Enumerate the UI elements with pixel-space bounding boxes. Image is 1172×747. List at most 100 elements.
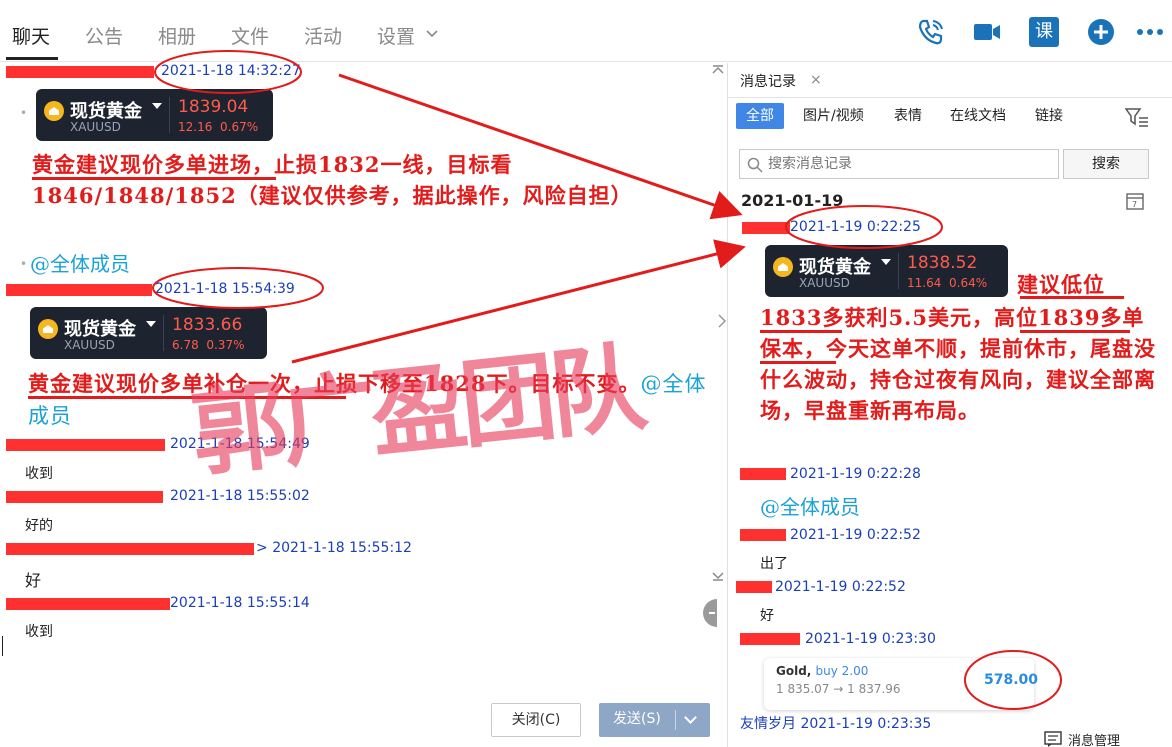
caret-down-icon [881, 259, 891, 265]
message-text: 好 [760, 608, 774, 624]
lesson-icon-label: 课 [1035, 21, 1053, 42]
scroll-side-button[interactable] [703, 599, 717, 627]
quote-change-value: 6.78 [172, 338, 199, 352]
redacted-sender [6, 439, 165, 451]
search-input[interactable] [768, 150, 1053, 178]
trade-instrument: Gold, [776, 664, 812, 678]
quote-change: 6.78 0.37% [172, 338, 244, 352]
filter-media[interactable]: 图片/视频 [803, 103, 864, 129]
message-text: 收到 [25, 624, 53, 640]
collapse-down-icon[interactable] [712, 571, 724, 581]
trade-side: buy 2.00 [815, 664, 869, 678]
quote-symbol: XAUUSD [70, 120, 121, 134]
highlight-underline [760, 330, 842, 333]
video-icon[interactable] [972, 17, 1002, 47]
message-timestamp: > 2021-1-18 15:55:12 [256, 540, 412, 556]
redacted-sender [740, 468, 786, 480]
mention-all[interactable]: @全体成员 [30, 248, 130, 277]
message-text: 好的 [25, 518, 53, 534]
redacted-sender [6, 284, 152, 296]
quote-change-percent: 0.64% [949, 276, 988, 290]
message-history-panel: 消息记录 × 全部 图片/视频 表情 在线文档 链接 搜索 2021-01-19… [728, 63, 1172, 747]
quote-symbol: XAUUSD [799, 276, 850, 290]
chat-message-list[interactable]: 2021-1-18 14:32:27 • 现货黄金 XAUUSD 1839.04… [0, 63, 727, 747]
plus-icon[interactable] [1086, 17, 1116, 47]
tab-announcements[interactable]: 公告 [85, 22, 123, 49]
tab-album[interactable]: 相册 [158, 22, 196, 49]
gold-quote-card[interactable]: 现货黄金 XAUUSD 1839.04 12.16 0.67% [36, 89, 273, 141]
message-text: 黄金建议现价多单进场，止损1832一线，目标看1846/1848/1852（建议… [32, 152, 633, 208]
quote-change-percent: 0.37% [206, 338, 245, 352]
message-manage-icon [1044, 731, 1062, 747]
message-text: 好 [25, 571, 42, 590]
tab-activities[interactable]: 活动 [304, 22, 342, 49]
message-text: 1833多获利5.5美元，高位1839多单保本，今天这单不顺，提前休市，尾盘没什… [760, 305, 1156, 423]
redacted-sender [736, 581, 772, 593]
filter-icon[interactable] [1125, 107, 1149, 127]
redacted-sender [6, 491, 163, 503]
more-icon[interactable] [1135, 17, 1165, 47]
calendar-icon[interactable]: 7 [1125, 191, 1145, 211]
tab-settings[interactable]: 设置 [377, 22, 415, 49]
caret-down-icon [146, 321, 156, 327]
redacted-sender [740, 633, 800, 645]
redacted-sender [6, 543, 254, 555]
close-icon[interactable]: × [810, 72, 822, 88]
message-management-label: 消息管理 [1068, 734, 1121, 747]
tab-files[interactable]: 文件 [231, 22, 269, 49]
redacted-sender [742, 222, 790, 234]
send-button[interactable]: 发送(S) [599, 703, 710, 737]
message-timestamp: 2021-1-19 0:23:30 [805, 631, 936, 647]
phone-icon[interactable] [916, 17, 946, 47]
chevron-down-icon[interactable] [425, 29, 439, 39]
quote-price: 1838.52 [907, 253, 978, 273]
timestamp-prefix: > [256, 540, 268, 556]
chevron-down-icon[interactable] [684, 711, 697, 724]
card-divider [163, 315, 164, 351]
filter-online-docs[interactable]: 在线文档 [950, 103, 1006, 129]
gold-coin-icon [44, 101, 64, 121]
trade-result-card[interactable]: Gold, buy 2.00 1 835.07 → 1 837.96 578.0… [764, 658, 1038, 710]
trade-profit: 578.00 [984, 672, 1039, 688]
filter-all[interactable]: 全部 [736, 103, 784, 129]
search-field[interactable] [739, 149, 1059, 179]
quote-price: 1839.04 [178, 97, 249, 117]
highlight-underline [32, 177, 276, 180]
chat-window: 聊天 公告 相册 文件 活动 设置 课 2021-1-18 14:32:27 •… [0, 0, 1172, 747]
quote-change: 11.64 0.64% [907, 276, 987, 290]
gold-coin-icon [38, 319, 58, 339]
gold-coin-icon [773, 257, 793, 277]
highlight-underline [760, 361, 836, 364]
message-timestamp: 2021-1-18 15:55:14 [170, 595, 310, 611]
highlight-underline [1020, 296, 1124, 299]
history-tab[interactable]: 消息记录 [740, 71, 796, 91]
filter-links[interactable]: 链接 [1035, 103, 1063, 129]
bullet-dot: • [20, 257, 28, 271]
message-timestamp: 2021-1-19 0:22:52 [775, 579, 906, 595]
quote-change: 12.16 0.67% [178, 120, 258, 134]
gold-quote-card[interactable]: 现货黄金 XAUUSD 1838.52 11.64 0.64% [765, 245, 1008, 297]
message-timestamp: 友情岁月 2021-1-19 0:23:35 [740, 716, 932, 732]
redacted-sender [740, 529, 786, 541]
close-button[interactable]: 关闭(C) [491, 703, 581, 737]
lesson-icon[interactable]: 课 [1029, 17, 1059, 47]
filter-stickers[interactable]: 表情 [894, 103, 922, 129]
collapse-up-icon[interactable] [712, 65, 724, 75]
tab-divider [728, 97, 1172, 98]
message-text: 收到 [25, 466, 53, 482]
send-button-label: 发送(S) [613, 711, 661, 727]
svg-text:7: 7 [1132, 200, 1137, 209]
message-management-button[interactable]: 消息管理 [1044, 730, 1121, 747]
message-text: 出了 [760, 556, 788, 572]
send-split-divider [675, 710, 676, 730]
message-timestamp: 2021-1-19 0:22:52 [790, 527, 921, 543]
top-bar: 聊天 公告 相册 文件 活动 设置 课 [0, 0, 1172, 62]
chevron-right-icon[interactable] [717, 313, 727, 329]
mention-all[interactable]: @全体成员 [760, 491, 860, 520]
date-header: 2021-01-19 [741, 191, 844, 210]
quote-change-value: 12.16 [178, 120, 213, 134]
tab-chat[interactable]: 聊天 [12, 22, 50, 49]
quote-change-percent: 0.67% [220, 120, 259, 134]
active-tab-indicator [6, 57, 58, 60]
search-button[interactable]: 搜索 [1063, 149, 1149, 179]
